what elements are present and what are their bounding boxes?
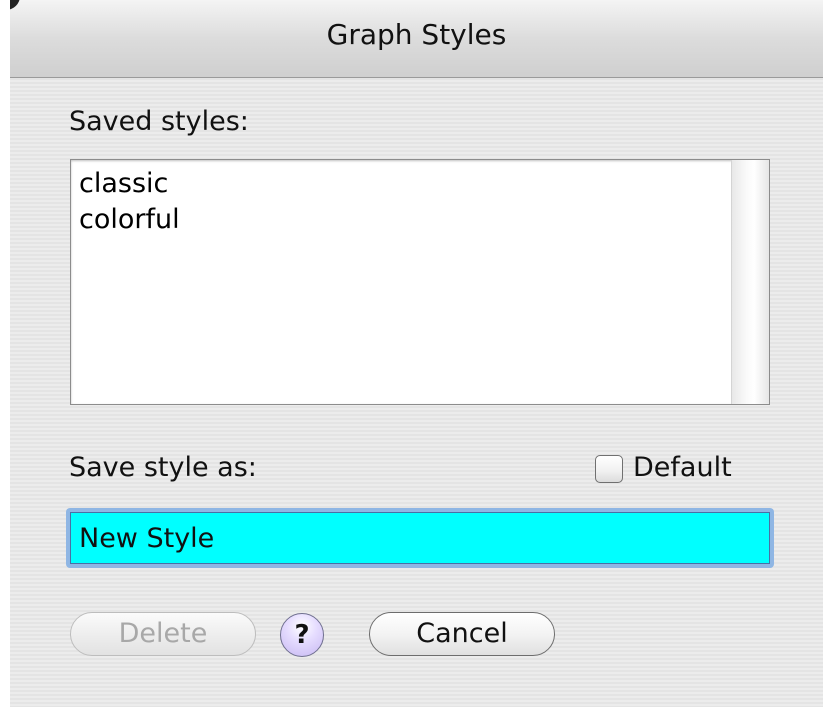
- window-corner: [10, 0, 20, 10]
- cancel-button[interactable]: Cancel: [369, 612, 555, 656]
- window-title: Graph Styles: [326, 18, 507, 51]
- list-item[interactable]: colorful: [79, 202, 180, 238]
- saved-styles-list[interactable]: classic colorful: [70, 159, 770, 405]
- delete-button[interactable]: Delete: [70, 612, 256, 656]
- saved-styles-items: classic colorful: [79, 166, 180, 238]
- question-mark-icon[interactable]: ?: [280, 613, 324, 657]
- style-name-input[interactable]: [70, 512, 770, 564]
- saved-styles-label: Saved styles:: [69, 106, 249, 137]
- list-scrollbar[interactable]: [731, 160, 769, 404]
- style-name-field-focus-ring: [66, 508, 774, 568]
- default-checkbox[interactable]: [595, 455, 623, 483]
- list-item[interactable]: classic: [79, 166, 180, 202]
- save-style-as-label: Save style as:: [69, 452, 257, 483]
- title-bar[interactable]: Graph Styles: [10, 0, 823, 78]
- default-checkbox-label[interactable]: Default: [633, 452, 732, 483]
- graph-styles-dialog: Graph Styles Saved styles: classic color…: [10, 0, 823, 707]
